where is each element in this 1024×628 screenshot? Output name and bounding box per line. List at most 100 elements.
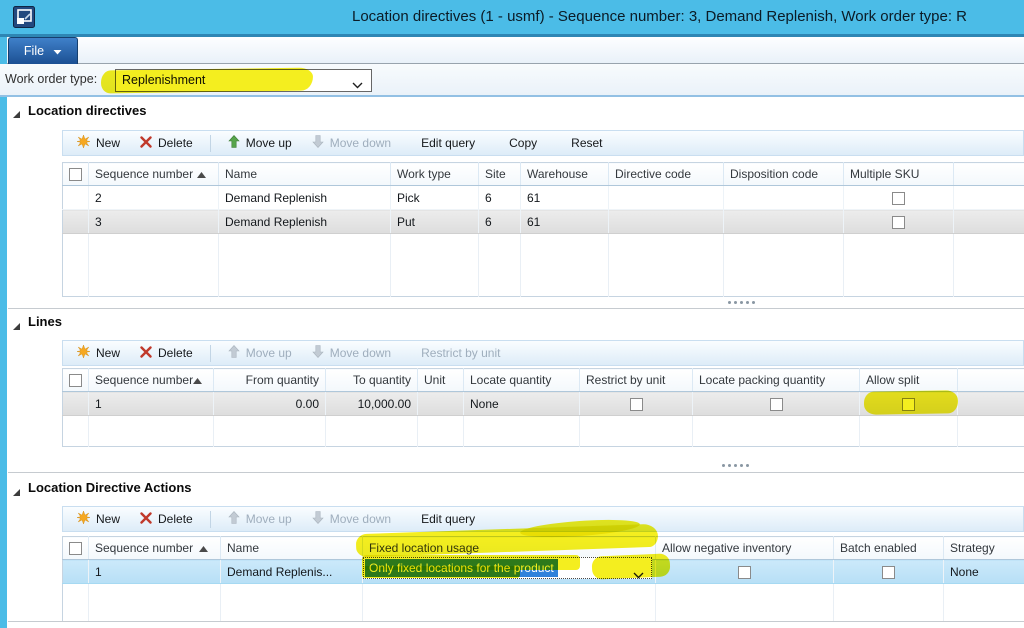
multiple-sku-checkbox[interactable]: [892, 216, 905, 229]
file-menu-arrow-icon: [53, 44, 62, 58]
edit-query-button[interactable]: Edit query: [411, 131, 485, 155]
delete-button[interactable]: Delete: [130, 341, 203, 365]
column-header-allow-split[interactable]: Allow split: [860, 369, 958, 392]
allow-split-checkbox[interactable]: [902, 398, 915, 411]
work-order-type-combobox[interactable]: Replenishment: [115, 69, 372, 92]
multiple-sku-checkbox[interactable]: [892, 192, 905, 205]
column-header-warehouse[interactable]: Warehouse: [521, 163, 609, 186]
cell-site[interactable]: 6: [479, 210, 521, 234]
table-row-selected[interactable]: 3 Demand Replenish Put 6 61: [63, 210, 1024, 234]
cell-from-quantity[interactable]: 0.00: [214, 392, 326, 416]
cell-to-quantity[interactable]: 10,000.00: [326, 392, 418, 416]
file-menu-button[interactable]: File: [8, 37, 78, 64]
cell-site[interactable]: 6: [479, 186, 521, 210]
sort-ascending-icon: [199, 541, 214, 555]
splitter-handle[interactable]: [728, 301, 755, 304]
delete-button[interactable]: Delete: [130, 131, 203, 155]
section-expander-icon[interactable]: [12, 318, 21, 336]
cell-directive-code[interactable]: [609, 186, 724, 210]
column-header-allow-negative-inventory[interactable]: Allow negative inventory: [656, 537, 834, 560]
cell-warehouse[interactable]: 61: [521, 186, 609, 210]
section-expander-icon[interactable]: [12, 484, 21, 502]
new-button[interactable]: New: [67, 341, 130, 365]
column-header-name[interactable]: Name: [221, 537, 363, 560]
column-header-to-quantity[interactable]: To quantity: [326, 369, 418, 392]
column-header-sequence-number[interactable]: Sequence number: [89, 163, 219, 186]
row-selector-cell[interactable]: [63, 392, 89, 416]
new-button[interactable]: New: [67, 507, 130, 531]
cell-work-type[interactable]: Put: [391, 210, 479, 234]
cell-name[interactable]: Demand Replenish: [219, 186, 391, 210]
column-header-from-quantity[interactable]: From quantity: [214, 369, 326, 392]
allow-negative-inventory-checkbox[interactable]: [738, 566, 751, 579]
cell-sequence-number[interactable]: 2: [89, 186, 219, 210]
section-expander-icon[interactable]: [12, 106, 21, 124]
column-header-restrict-by-unit[interactable]: Restrict by unit: [580, 369, 693, 392]
cell-locate-packing-quantity[interactable]: [693, 392, 860, 416]
locate-packing-quantity-checkbox[interactable]: [770, 398, 783, 411]
location-directive-actions-toolbar: New Delete Move up Move down Edit query: [62, 506, 1024, 532]
toolbar-separator: [210, 135, 211, 152]
select-all-header[interactable]: [63, 537, 89, 560]
delete-icon: [140, 346, 152, 361]
column-header-strategy[interactable]: Strategy: [944, 537, 1024, 560]
table-row-selected[interactable]: 1 0.00 10,000.00 None: [63, 392, 1024, 416]
cell-restrict-by-unit[interactable]: [580, 392, 693, 416]
row-selector-cell[interactable]: [63, 186, 89, 210]
cell-sequence-number[interactable]: 3: [89, 210, 219, 234]
cell-locate-quantity[interactable]: None: [464, 392, 580, 416]
table-row[interactable]: 2 Demand Replenish Pick 6 61: [63, 186, 1024, 210]
cell-sequence-number[interactable]: 1: [89, 560, 221, 584]
batch-enabled-checkbox[interactable]: [882, 566, 895, 579]
cell-batch-enabled[interactable]: [834, 560, 944, 584]
delete-button[interactable]: Delete: [130, 507, 203, 531]
restrict-by-unit-checkbox[interactable]: [630, 398, 643, 411]
column-header-sequence-number[interactable]: Sequence number: [89, 537, 221, 560]
move-up-button[interactable]: Move up: [218, 131, 302, 155]
reset-button[interactable]: Reset: [561, 131, 612, 155]
cell-multiple-sku[interactable]: [844, 210, 954, 234]
cell-name[interactable]: Demand Replenis...: [221, 560, 363, 584]
column-header-locate-packing-quantity[interactable]: Locate packing quantity: [693, 369, 860, 392]
cell-disposition-code[interactable]: [724, 186, 844, 210]
select-all-header[interactable]: [63, 369, 89, 392]
new-button[interactable]: New: [67, 131, 130, 155]
column-header-work-type[interactable]: Work type: [391, 163, 479, 186]
cell-allow-negative-inventory[interactable]: [656, 560, 834, 584]
column-header-sequence-number[interactable]: Sequence number: [89, 369, 214, 392]
cell-allow-split[interactable]: [860, 392, 958, 416]
column-header-filler: [954, 163, 1024, 186]
column-header-multiple-sku[interactable]: Multiple SKU: [844, 163, 954, 186]
grid-empty-area: [63, 234, 1024, 297]
cell-work-type[interactable]: Pick: [391, 186, 479, 210]
chevron-down-icon: [633, 566, 644, 584]
copy-button[interactable]: Copy: [499, 131, 547, 155]
select-all-checkbox[interactable]: [69, 168, 82, 181]
cell-unit[interactable]: [418, 392, 464, 416]
column-header-site[interactable]: Site: [479, 163, 521, 186]
cell-warehouse[interactable]: 61: [521, 210, 609, 234]
select-all-checkbox[interactable]: [69, 542, 82, 555]
cell-disposition-code[interactable]: [724, 210, 844, 234]
move-down-icon: [312, 135, 324, 151]
cell-name[interactable]: Demand Replenish: [219, 210, 391, 234]
column-header-unit[interactable]: Unit: [418, 369, 464, 392]
row-selector-cell[interactable]: [63, 560, 89, 584]
column-header-locate-quantity[interactable]: Locate quantity: [464, 369, 580, 392]
column-header-directive-code[interactable]: Directive code: [609, 163, 724, 186]
edit-query-button[interactable]: Edit query: [411, 507, 485, 531]
splitter-handle[interactable]: [722, 464, 749, 467]
cell-directive-code[interactable]: [609, 210, 724, 234]
select-all-header[interactable]: [63, 163, 89, 186]
column-header-name[interactable]: Name: [219, 163, 391, 186]
cell-strategy[interactable]: None: [944, 560, 1024, 584]
section-title-location-directive-actions: Location Directive Actions: [28, 480, 192, 495]
select-all-checkbox[interactable]: [69, 374, 82, 387]
row-selector-cell[interactable]: [63, 210, 89, 234]
lines-toolbar: New Delete Move up Move down Restrict by…: [62, 340, 1024, 366]
column-header-batch-enabled[interactable]: Batch enabled: [834, 537, 944, 560]
fixed-location-usage-combobox[interactable]: Only fixed locations for the product: [363, 557, 652, 579]
cell-multiple-sku[interactable]: [844, 186, 954, 210]
cell-sequence-number[interactable]: 1: [89, 392, 214, 416]
column-header-disposition-code[interactable]: Disposition code: [724, 163, 844, 186]
